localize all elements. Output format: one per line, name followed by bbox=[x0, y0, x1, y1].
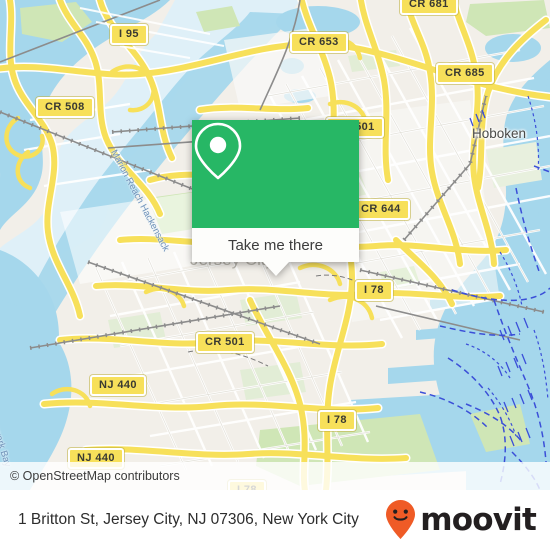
map-pin-icon bbox=[194, 122, 242, 180]
attribution-text: © OpenStreetMap contributors bbox=[10, 469, 180, 483]
place-label-hoboken: Hoboken bbox=[472, 126, 527, 141]
moovit-brand[interactable]: moovit bbox=[384, 499, 537, 541]
map-canvas[interactable]: Marion Reach Hackensack Newark Bay Per H… bbox=[0, 0, 550, 490]
shield-cr653: CR 653 bbox=[290, 32, 348, 53]
footer-bar: 1 Britton St, Jersey City, NJ 07306, New… bbox=[0, 490, 550, 550]
shield-cr508: CR 508 bbox=[36, 97, 94, 118]
moovit-smiley-pin-icon bbox=[386, 500, 416, 539]
poi-card-action[interactable]: Take me there bbox=[192, 228, 359, 276]
map-attribution[interactable]: © OpenStreetMap contributors bbox=[0, 462, 550, 490]
shield-cr644: CR 644 bbox=[352, 199, 410, 220]
shield-i95: I 95 bbox=[110, 24, 148, 45]
take-me-there-label: Take me there bbox=[227, 236, 324, 254]
poi-card-header bbox=[192, 120, 359, 228]
poi-popup-card[interactable]: Take me there bbox=[192, 120, 359, 276]
map-screenshot: Marion Reach Hackensack Newark Bay Per H… bbox=[0, 0, 550, 550]
shield-i78-n: I 78 bbox=[355, 280, 393, 301]
shield-cr501-s: CR 501 bbox=[196, 332, 254, 353]
address-label: 1 Britton St, Jersey City, NJ 07306, New… bbox=[18, 511, 359, 528]
shield-i78-m: I 78 bbox=[318, 410, 356, 431]
shield-nj440-n: NJ 440 bbox=[90, 375, 146, 396]
shield-cr685: CR 685 bbox=[436, 63, 494, 84]
shield-cr681: CR 681 bbox=[400, 0, 458, 15]
moovit-wordmark: moovit bbox=[420, 501, 537, 538]
poi-card-tail bbox=[262, 262, 289, 276]
